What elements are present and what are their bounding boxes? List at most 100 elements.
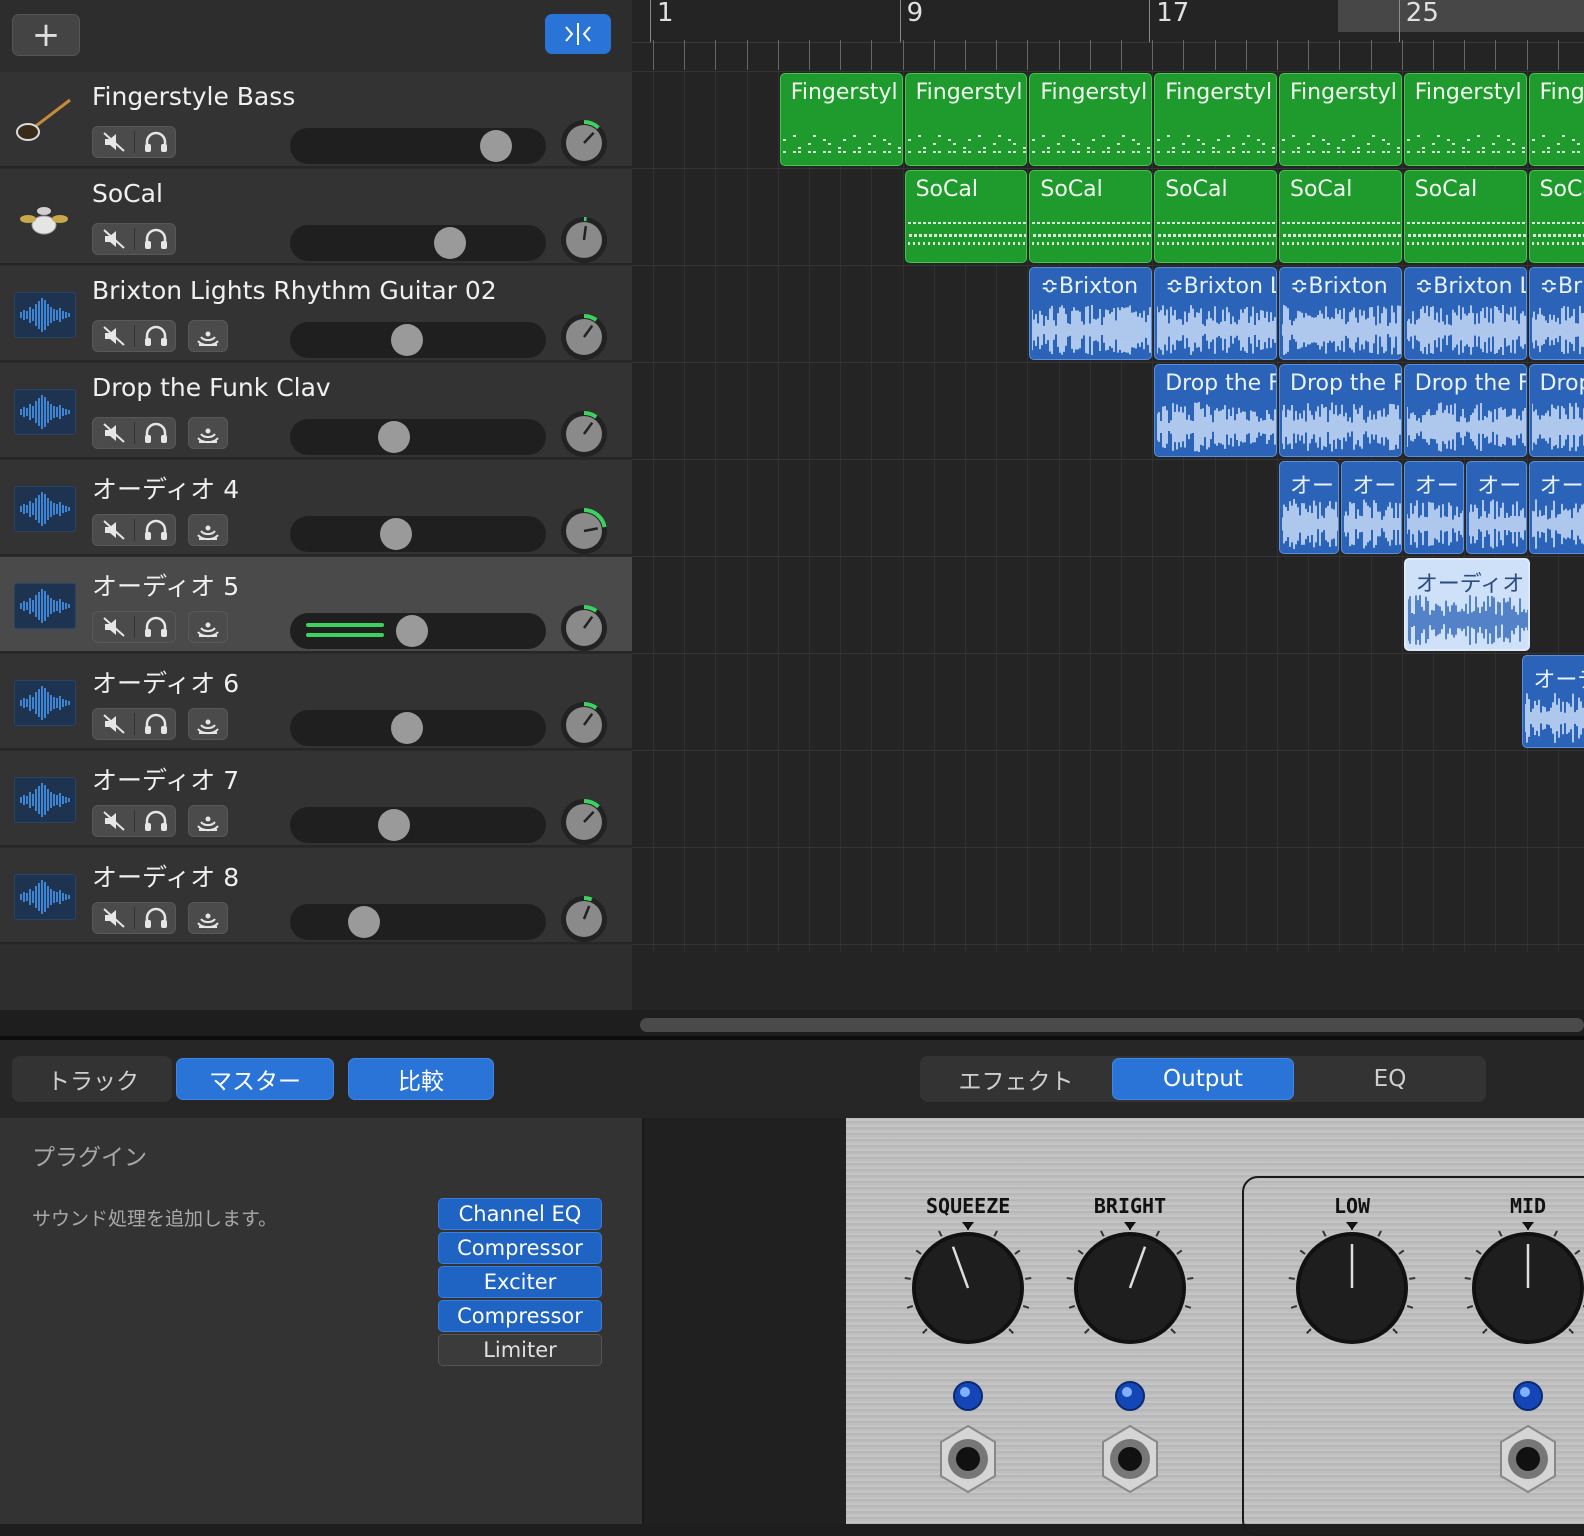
amp-knob[interactable] bbox=[1282, 1218, 1422, 1358]
volume-slider-thumb[interactable] bbox=[378, 421, 411, 453]
audio-region[interactable]: ≎Bri bbox=[1528, 267, 1584, 360]
input-monitoring-button[interactable] bbox=[188, 611, 228, 643]
audio-region[interactable]: Drop the F bbox=[1403, 364, 1527, 457]
volume-slider[interactable] bbox=[290, 225, 546, 261]
midi-region[interactable]: Fingerstyl bbox=[1403, 73, 1527, 166]
midi-region[interactable]: Fingerstyl bbox=[1154, 73, 1277, 166]
midi-region[interactable]: SoCa bbox=[1528, 170, 1584, 263]
midi-region[interactable]: SoCal bbox=[1279, 170, 1402, 263]
mute-button[interactable] bbox=[94, 805, 134, 837]
audio-region[interactable]: Drop bbox=[1528, 364, 1584, 457]
pan-knob[interactable] bbox=[559, 797, 609, 847]
audio-region[interactable]: オー bbox=[1466, 461, 1527, 554]
toggle-switch[interactable] bbox=[933, 1424, 1003, 1494]
volume-slider[interactable] bbox=[290, 128, 546, 164]
volume-slider[interactable] bbox=[290, 322, 546, 358]
volume-slider-thumb[interactable] bbox=[479, 130, 512, 162]
pan-knob[interactable] bbox=[559, 700, 609, 750]
volume-slider[interactable] bbox=[290, 419, 546, 455]
track-header[interactable]: Drop the Funk Clav bbox=[0, 363, 632, 459]
mute-button[interactable] bbox=[94, 320, 134, 352]
solo-button[interactable] bbox=[136, 417, 176, 449]
solo-button[interactable] bbox=[136, 902, 176, 934]
mute-button[interactable] bbox=[94, 902, 134, 934]
track-header[interactable]: オーディオ 7 bbox=[0, 751, 632, 847]
volume-slider[interactable] bbox=[290, 904, 546, 940]
midi-region[interactable]: Finge bbox=[1528, 73, 1584, 166]
midi-region[interactable]: Fingerstyl bbox=[779, 73, 903, 166]
mute-button[interactable] bbox=[94, 611, 134, 643]
volume-slider-thumb[interactable] bbox=[380, 518, 413, 550]
audio-region[interactable]: オーデ bbox=[1522, 655, 1584, 748]
audio-region[interactable]: Drop the F bbox=[1154, 364, 1277, 457]
track-list-empty-area[interactable] bbox=[0, 945, 632, 1010]
volume-slider[interactable] bbox=[290, 807, 546, 843]
smart-controls-toggle-button[interactable] bbox=[545, 14, 611, 54]
audio-region[interactable]: ≎Brixton bbox=[1029, 267, 1153, 360]
track-header[interactable]: オーディオ 4 bbox=[0, 460, 632, 556]
toggle-switch[interactable] bbox=[1095, 1424, 1165, 1494]
input-monitoring-button[interactable] bbox=[188, 805, 228, 837]
volume-slider-thumb[interactable] bbox=[378, 809, 411, 841]
audio-region[interactable]: Drop the F bbox=[1279, 364, 1402, 457]
pan-knob[interactable] bbox=[559, 215, 609, 265]
solo-button[interactable] bbox=[136, 514, 176, 546]
pan-knob[interactable] bbox=[559, 312, 609, 362]
toggle-switch[interactable] bbox=[1493, 1424, 1563, 1494]
volume-slider[interactable] bbox=[290, 710, 546, 746]
audio-region[interactable]: オー bbox=[1341, 461, 1402, 554]
input-monitoring-button[interactable] bbox=[188, 708, 228, 740]
mute-button[interactable] bbox=[94, 223, 134, 255]
audio-region[interactable]: オー bbox=[1403, 461, 1465, 554]
volume-slider[interactable] bbox=[290, 613, 546, 649]
midi-region[interactable]: SoCal bbox=[1403, 170, 1527, 263]
audio-region[interactable]: ≎Brixton L bbox=[1403, 267, 1527, 360]
tab-effects[interactable]: エフェクト bbox=[928, 1058, 1104, 1100]
bar-ruler[interactable] bbox=[632, 0, 1584, 43]
midi-region[interactable]: Fingerstyl bbox=[1029, 73, 1153, 166]
midi-region[interactable]: SoCal bbox=[1029, 170, 1153, 263]
volume-slider-thumb[interactable] bbox=[434, 227, 467, 259]
plugin-slot-button[interactable]: Compressor bbox=[438, 1300, 602, 1332]
track-header[interactable]: オーディオ 8 bbox=[0, 848, 632, 944]
audio-region[interactable]: オー bbox=[1528, 461, 1584, 554]
input-monitoring-button[interactable] bbox=[188, 902, 228, 934]
audio-region[interactable]: オー bbox=[1279, 461, 1340, 554]
tab-track[interactable]: トラック bbox=[18, 1058, 168, 1100]
midi-region[interactable]: SoCal bbox=[904, 170, 1028, 263]
volume-slider[interactable] bbox=[290, 516, 546, 552]
input-monitoring-button[interactable] bbox=[188, 320, 228, 352]
mute-button[interactable] bbox=[94, 514, 134, 546]
track-header[interactable]: オーディオ 5 bbox=[0, 557, 632, 653]
tab-eq[interactable]: EQ bbox=[1300, 1058, 1480, 1100]
volume-slider-thumb[interactable] bbox=[395, 615, 428, 647]
amp-knob[interactable] bbox=[1458, 1218, 1584, 1358]
input-monitoring-button[interactable] bbox=[188, 514, 228, 546]
track-header[interactable]: SoCal bbox=[0, 169, 632, 265]
volume-slider-thumb[interactable] bbox=[348, 906, 380, 938]
midi-region[interactable]: Fingerstyl bbox=[1279, 73, 1402, 166]
tab-output[interactable]: Output bbox=[1112, 1058, 1294, 1100]
mute-button[interactable] bbox=[94, 417, 134, 449]
track-header[interactable]: オーディオ 6 bbox=[0, 654, 632, 750]
audio-region[interactable]: ≎Brixton L bbox=[1154, 267, 1277, 360]
solo-button[interactable] bbox=[136, 126, 176, 158]
compare-button[interactable]: 比較 bbox=[348, 1058, 494, 1100]
solo-button[interactable] bbox=[136, 805, 176, 837]
solo-button[interactable] bbox=[136, 708, 176, 740]
solo-button[interactable] bbox=[136, 320, 176, 352]
midi-region[interactable]: SoCal bbox=[1154, 170, 1277, 263]
pan-knob[interactable] bbox=[559, 603, 609, 653]
solo-button[interactable] bbox=[136, 611, 176, 643]
horizontal-scrollbar[interactable] bbox=[640, 1018, 1584, 1032]
pan-knob[interactable] bbox=[559, 409, 609, 459]
mute-button[interactable] bbox=[94, 126, 134, 158]
amp-knob[interactable] bbox=[1060, 1218, 1200, 1358]
volume-slider-thumb[interactable] bbox=[391, 324, 424, 356]
solo-button[interactable] bbox=[136, 223, 176, 255]
plugin-slot-button[interactable]: Exciter bbox=[438, 1266, 602, 1298]
amp-knob[interactable] bbox=[898, 1218, 1038, 1358]
track-header[interactable]: Fingerstyle Bass bbox=[0, 72, 632, 168]
volume-slider-thumb[interactable] bbox=[391, 712, 424, 744]
mute-button[interactable] bbox=[94, 708, 134, 740]
